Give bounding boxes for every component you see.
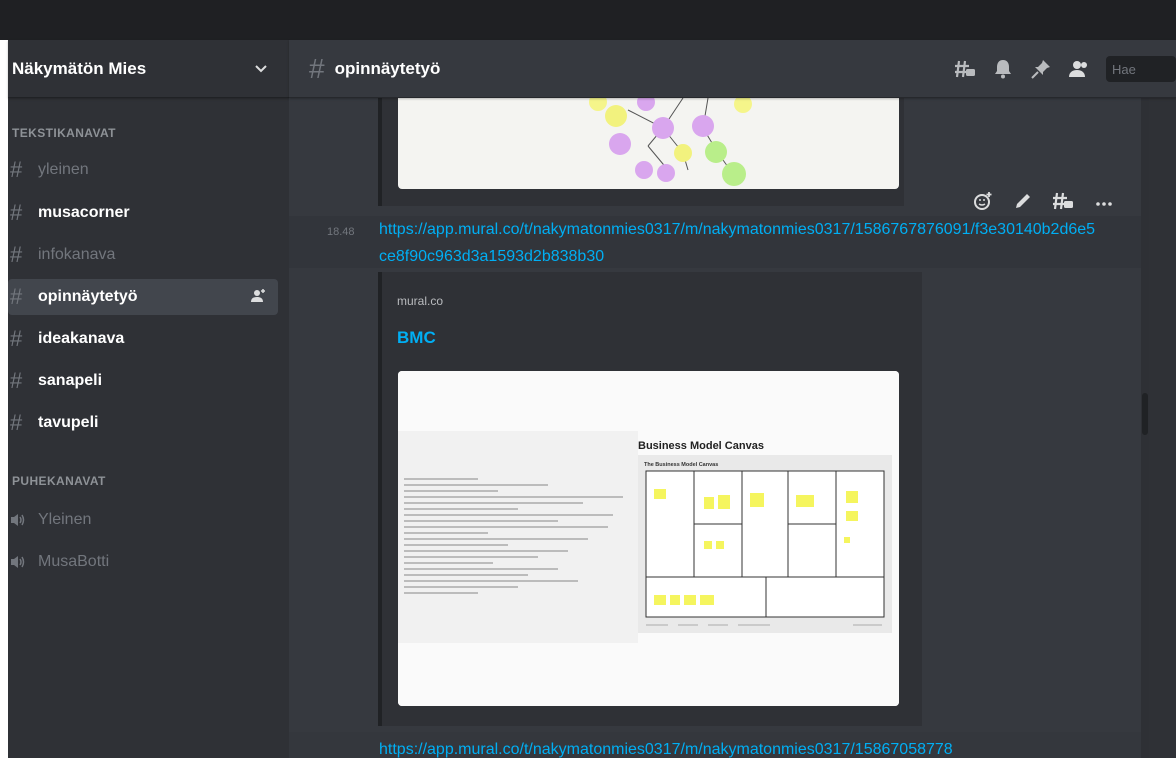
window-titlebar bbox=[0, 0, 1176, 40]
embed-title-link[interactable]: BMC bbox=[397, 328, 436, 348]
channel-label: Yleinen bbox=[38, 511, 92, 528]
embed-image-bmc[interactable]: Business Model Canvas The Business Model… bbox=[398, 371, 899, 706]
category-voice-channels[interactable]: PUHEKANAVAT bbox=[12, 474, 106, 488]
message-actions bbox=[963, 188, 1123, 218]
channel-label: yleinen bbox=[38, 161, 89, 178]
channel-label: opinnäytetyö bbox=[38, 288, 138, 305]
hash-icon: # bbox=[10, 410, 23, 435]
search-input[interactable]: Hae bbox=[1106, 56, 1176, 82]
speaker-icon bbox=[10, 513, 38, 527]
sidebar-item-musacorner[interactable]: # musacorner bbox=[8, 195, 278, 231]
chat-area: # opinnäytetyö Hae 18.48 https://app.mur… bbox=[289, 40, 1176, 758]
edit-pencil-icon[interactable] bbox=[1014, 192, 1032, 215]
sidebar-item-infokanava[interactable]: # infokanava bbox=[8, 237, 278, 273]
channel-label: ideakanava bbox=[38, 330, 125, 347]
sidebar-item-voice-musabotti[interactable]: MusaBotti bbox=[8, 544, 278, 580]
bmc-subheading: The Business Model Canvas bbox=[644, 462, 718, 468]
create-invite-icon[interactable] bbox=[250, 288, 266, 304]
pin-icon[interactable] bbox=[1026, 54, 1056, 84]
sidebar-item-ideakanava[interactable]: # ideakanava bbox=[8, 321, 278, 357]
embed-provider[interactable]: mural.co bbox=[397, 294, 443, 308]
more-options-icon[interactable] bbox=[1095, 194, 1113, 212]
hash-icon: # bbox=[10, 157, 23, 182]
hash-icon: # bbox=[10, 284, 23, 309]
sidebar-item-voice-yleinen[interactable]: Yleinen bbox=[8, 502, 278, 538]
category-text-channels[interactable]: TEKSTIKANAVAT bbox=[12, 126, 116, 140]
create-thread-icon[interactable] bbox=[1052, 191, 1074, 216]
add-reaction-icon[interactable] bbox=[973, 191, 993, 216]
channel-label: MusaBotti bbox=[38, 553, 110, 570]
chevron-down-icon[interactable] bbox=[255, 62, 267, 76]
page-title: opinnäytetyö bbox=[334, 58, 441, 78]
channel-label: sanapeli bbox=[38, 372, 103, 389]
header-toolbar: Hae bbox=[950, 40, 1176, 98]
left-margin bbox=[0, 40, 8, 758]
message-timestamp: 18.48 bbox=[327, 226, 355, 238]
channel-label: tavupeli bbox=[38, 414, 99, 431]
sidebar-item-sanapeli[interactable]: # sanapeli bbox=[8, 363, 278, 399]
speaker-icon bbox=[10, 555, 38, 569]
scrollbar-thumb[interactable] bbox=[1142, 393, 1148, 435]
channel-label: infokanava bbox=[38, 246, 116, 263]
embed-accent-bar bbox=[378, 98, 382, 206]
hash-icon: # bbox=[10, 200, 23, 225]
notification-bell-icon[interactable] bbox=[988, 54, 1018, 84]
sidebar-item-yleinen[interactable]: # yleinen bbox=[8, 152, 278, 188]
message-link[interactable]: https://app.mural.co/t/nakymatonmies0317… bbox=[379, 216, 1099, 270]
hash-icon: # bbox=[10, 368, 23, 393]
member-list-icon[interactable] bbox=[1064, 54, 1094, 84]
sidebar-item-tavupeli[interactable]: # tavupeli bbox=[8, 405, 278, 441]
bmc-heading: Business Model Canvas bbox=[638, 440, 764, 452]
hash-icon: # bbox=[10, 242, 23, 267]
guild-header[interactable]: Näkymätön Mies bbox=[8, 40, 289, 98]
hash-icon: # bbox=[10, 326, 23, 351]
sidebar-item-opinnaytetyo[interactable]: # opinnäytetyö bbox=[8, 279, 278, 315]
embed-accent-bar bbox=[378, 272, 382, 726]
mindmap-image[interactable] bbox=[398, 98, 899, 189]
message-link[interactable]: https://app.mural.co/t/nakymatonmies0317… bbox=[379, 736, 953, 758]
threads-icon[interactable] bbox=[950, 54, 980, 84]
guild-name: Näkymätön Mies bbox=[12, 58, 147, 78]
channel-header: # opinnäytetyö Hae bbox=[289, 40, 1176, 98]
channel-sidebar: Näkymätön Mies TEKSTIKANAVAT # yleinen #… bbox=[8, 40, 289, 758]
channel-label: musacorner bbox=[38, 204, 130, 221]
hash-icon: # bbox=[309, 52, 325, 84]
